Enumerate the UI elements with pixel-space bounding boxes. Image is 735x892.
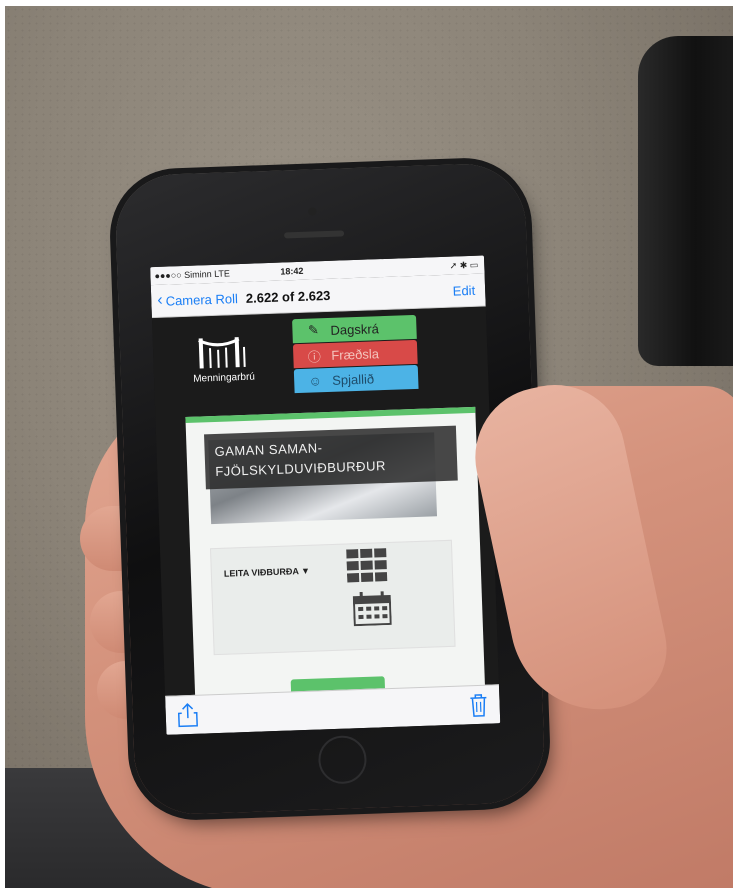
front-camera	[308, 207, 317, 216]
home-button[interactable]	[317, 734, 368, 785]
bridge-logo-icon	[198, 337, 246, 369]
calendar-icon[interactable]	[352, 591, 392, 627]
grid-view-icon[interactable]	[346, 548, 389, 583]
trash-icon[interactable]	[469, 693, 488, 718]
menu-label: Dagskrá	[330, 320, 380, 338]
search-label: LEITA VIÐBURÐA	[223, 566, 299, 579]
logo-text: Menningarbrú	[193, 371, 256, 385]
chevron-left-icon: ‹	[157, 291, 163, 309]
pencil-icon: ✎	[307, 322, 320, 338]
menu-label: Spjallið	[331, 370, 375, 388]
share-icon[interactable]	[177, 703, 198, 728]
event-card: GAMAN SAMAN- FJÖLSKYLDUVIÐBURÐUR LEITA V…	[185, 406, 486, 723]
caret-down-icon: ▼	[300, 565, 311, 577]
dark-object	[638, 36, 733, 366]
edit-button[interactable]: Edit	[452, 282, 475, 298]
menu-dagskra-button[interactable]: ✎ Dagskrá	[292, 314, 417, 344]
status-indicators: ➚ ✱ ▭	[449, 259, 479, 271]
speaker	[284, 230, 345, 239]
nav-title: 2.622 of 2.623	[245, 287, 331, 306]
event-search: LEITA VIÐBURÐA ▼	[209, 539, 456, 656]
chat-icon: ☺	[308, 372, 323, 389]
logo: Menningarbrú	[173, 332, 275, 385]
carrier-label: ●●●○○ Siminn LTE	[154, 268, 231, 281]
phone-screen: ●●●○○ Siminn LTE 18:42 ➚ ✱ ▭ ‹ Camera Ro…	[150, 255, 501, 735]
hero-title: GAMAN SAMAN- FJÖLSKYLDUVIÐBURÐUR	[204, 425, 458, 490]
menu-spjallid-button[interactable]: ☺ Spjallið	[293, 364, 419, 394]
info-icon: ⓘ	[307, 348, 322, 365]
clock: 18:42	[280, 265, 304, 277]
back-button[interactable]: ‹ Camera Roll	[157, 289, 238, 310]
photo: ●●●○○ Siminn LTE 18:42 ➚ ✱ ▭ ‹ Camera Ro…	[5, 6, 733, 888]
back-label: Camera Roll	[165, 290, 239, 309]
menu-fraedsla-button[interactable]: ⓘ Fræðsla	[292, 339, 418, 369]
search-dropdown[interactable]: LEITA VIÐBURÐA ▼	[224, 566, 310, 579]
menu-label: Fræðsla	[331, 345, 380, 363]
app-content: Menningarbrú ✎ Dagskrá ⓘ Fræðsla ☺ Spjal…	[151, 306, 499, 723]
